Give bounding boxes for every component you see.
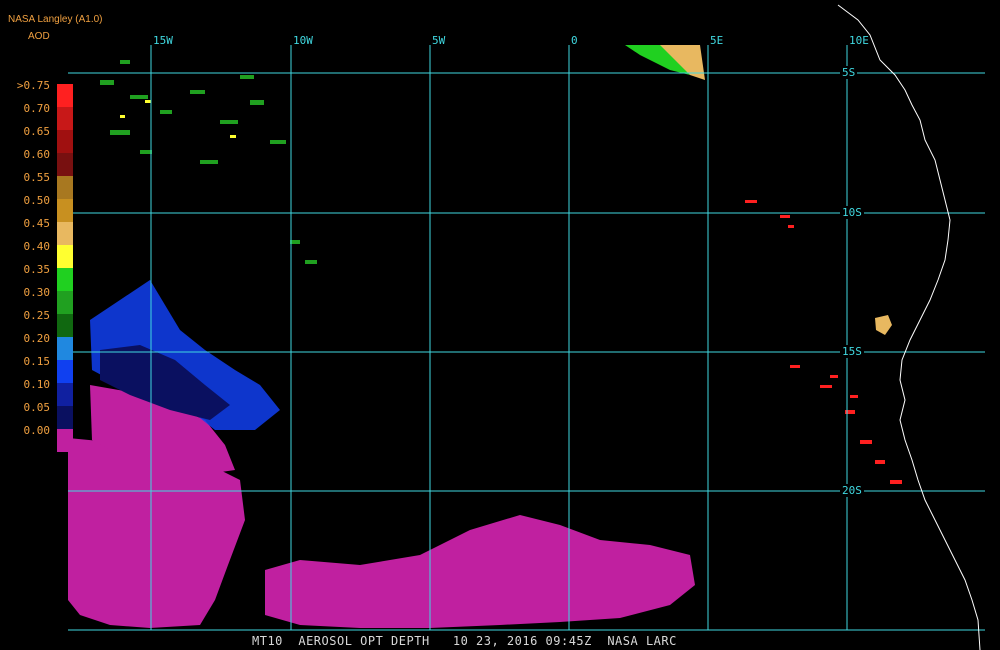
longitude-label: 0	[571, 34, 578, 47]
legend-swatch	[57, 291, 73, 314]
legend-label: 0.25	[23, 309, 51, 322]
latitude-label: 15S	[840, 345, 864, 358]
legend-swatch	[57, 337, 73, 360]
aod-map	[68, 4, 985, 650]
product-label: AOD	[28, 31, 50, 42]
legend-label: 0.50	[23, 194, 51, 207]
legend-label: 0.30	[23, 286, 51, 299]
footer-caption: MT10 AEROSOL OPT DEPTH 10 23, 2016 09:45…	[252, 634, 677, 648]
legend-label: 0.60	[23, 148, 51, 161]
legend-swatch	[57, 245, 73, 268]
legend-swatch	[57, 107, 73, 130]
legend-label: 0.00	[23, 424, 51, 437]
longitude-label: 5E	[710, 34, 724, 47]
aod-region-low-south2	[265, 515, 695, 628]
legend-label: 0.45	[23, 217, 51, 230]
aod-speckles-yellow	[120, 100, 236, 138]
longitude-label: 5W	[432, 34, 446, 47]
legend-swatch	[57, 130, 73, 153]
longitude-label: 10E	[849, 34, 869, 47]
legend-label: 0.20	[23, 332, 51, 345]
longitude-label: 10W	[293, 34, 313, 47]
aerosol-pixel-layer	[68, 45, 902, 628]
legend-label: 0.15	[23, 355, 51, 368]
coastline	[837, 4, 981, 650]
legend-label: >0.75	[16, 79, 50, 92]
legend-label: 0.40	[23, 240, 51, 253]
source-label: NASA Langley (A1.0)	[8, 14, 103, 25]
legend-label: 0.55	[23, 171, 51, 184]
legend-label: 0.35	[23, 263, 51, 276]
legend-swatch	[57, 360, 73, 383]
aod-speckles-red	[745, 200, 902, 484]
aod-color-legend: >0.75 0.70 0.65 0.60 0.55 0.50 0.45 0.40 0.35 0.3…	[0, 78, 80, 452]
legend-swatch	[57, 84, 73, 107]
legend-label: 0.70	[23, 102, 51, 115]
legend-label: 0.05	[23, 401, 51, 414]
longitude-label: 15W	[153, 34, 173, 47]
latitude-label: 5S	[840, 66, 858, 79]
latitude-label: 20S	[840, 484, 864, 497]
legend-label: 0.65	[23, 125, 51, 138]
aod-region-orange-spot	[875, 315, 892, 335]
legend-label: 0.10	[23, 378, 51, 391]
legend-swatch	[57, 406, 73, 429]
aod-speckles-green	[100, 60, 317, 264]
legend-swatch	[57, 383, 73, 406]
legend-swatch	[57, 199, 73, 222]
legend-swatch	[57, 153, 73, 176]
legend-swatch	[57, 429, 73, 452]
latitude-label: 10S	[840, 206, 864, 219]
legend-swatch	[57, 222, 73, 245]
legend-swatch	[57, 314, 73, 337]
legend-swatch	[57, 268, 73, 291]
legend-swatch	[57, 176, 73, 199]
